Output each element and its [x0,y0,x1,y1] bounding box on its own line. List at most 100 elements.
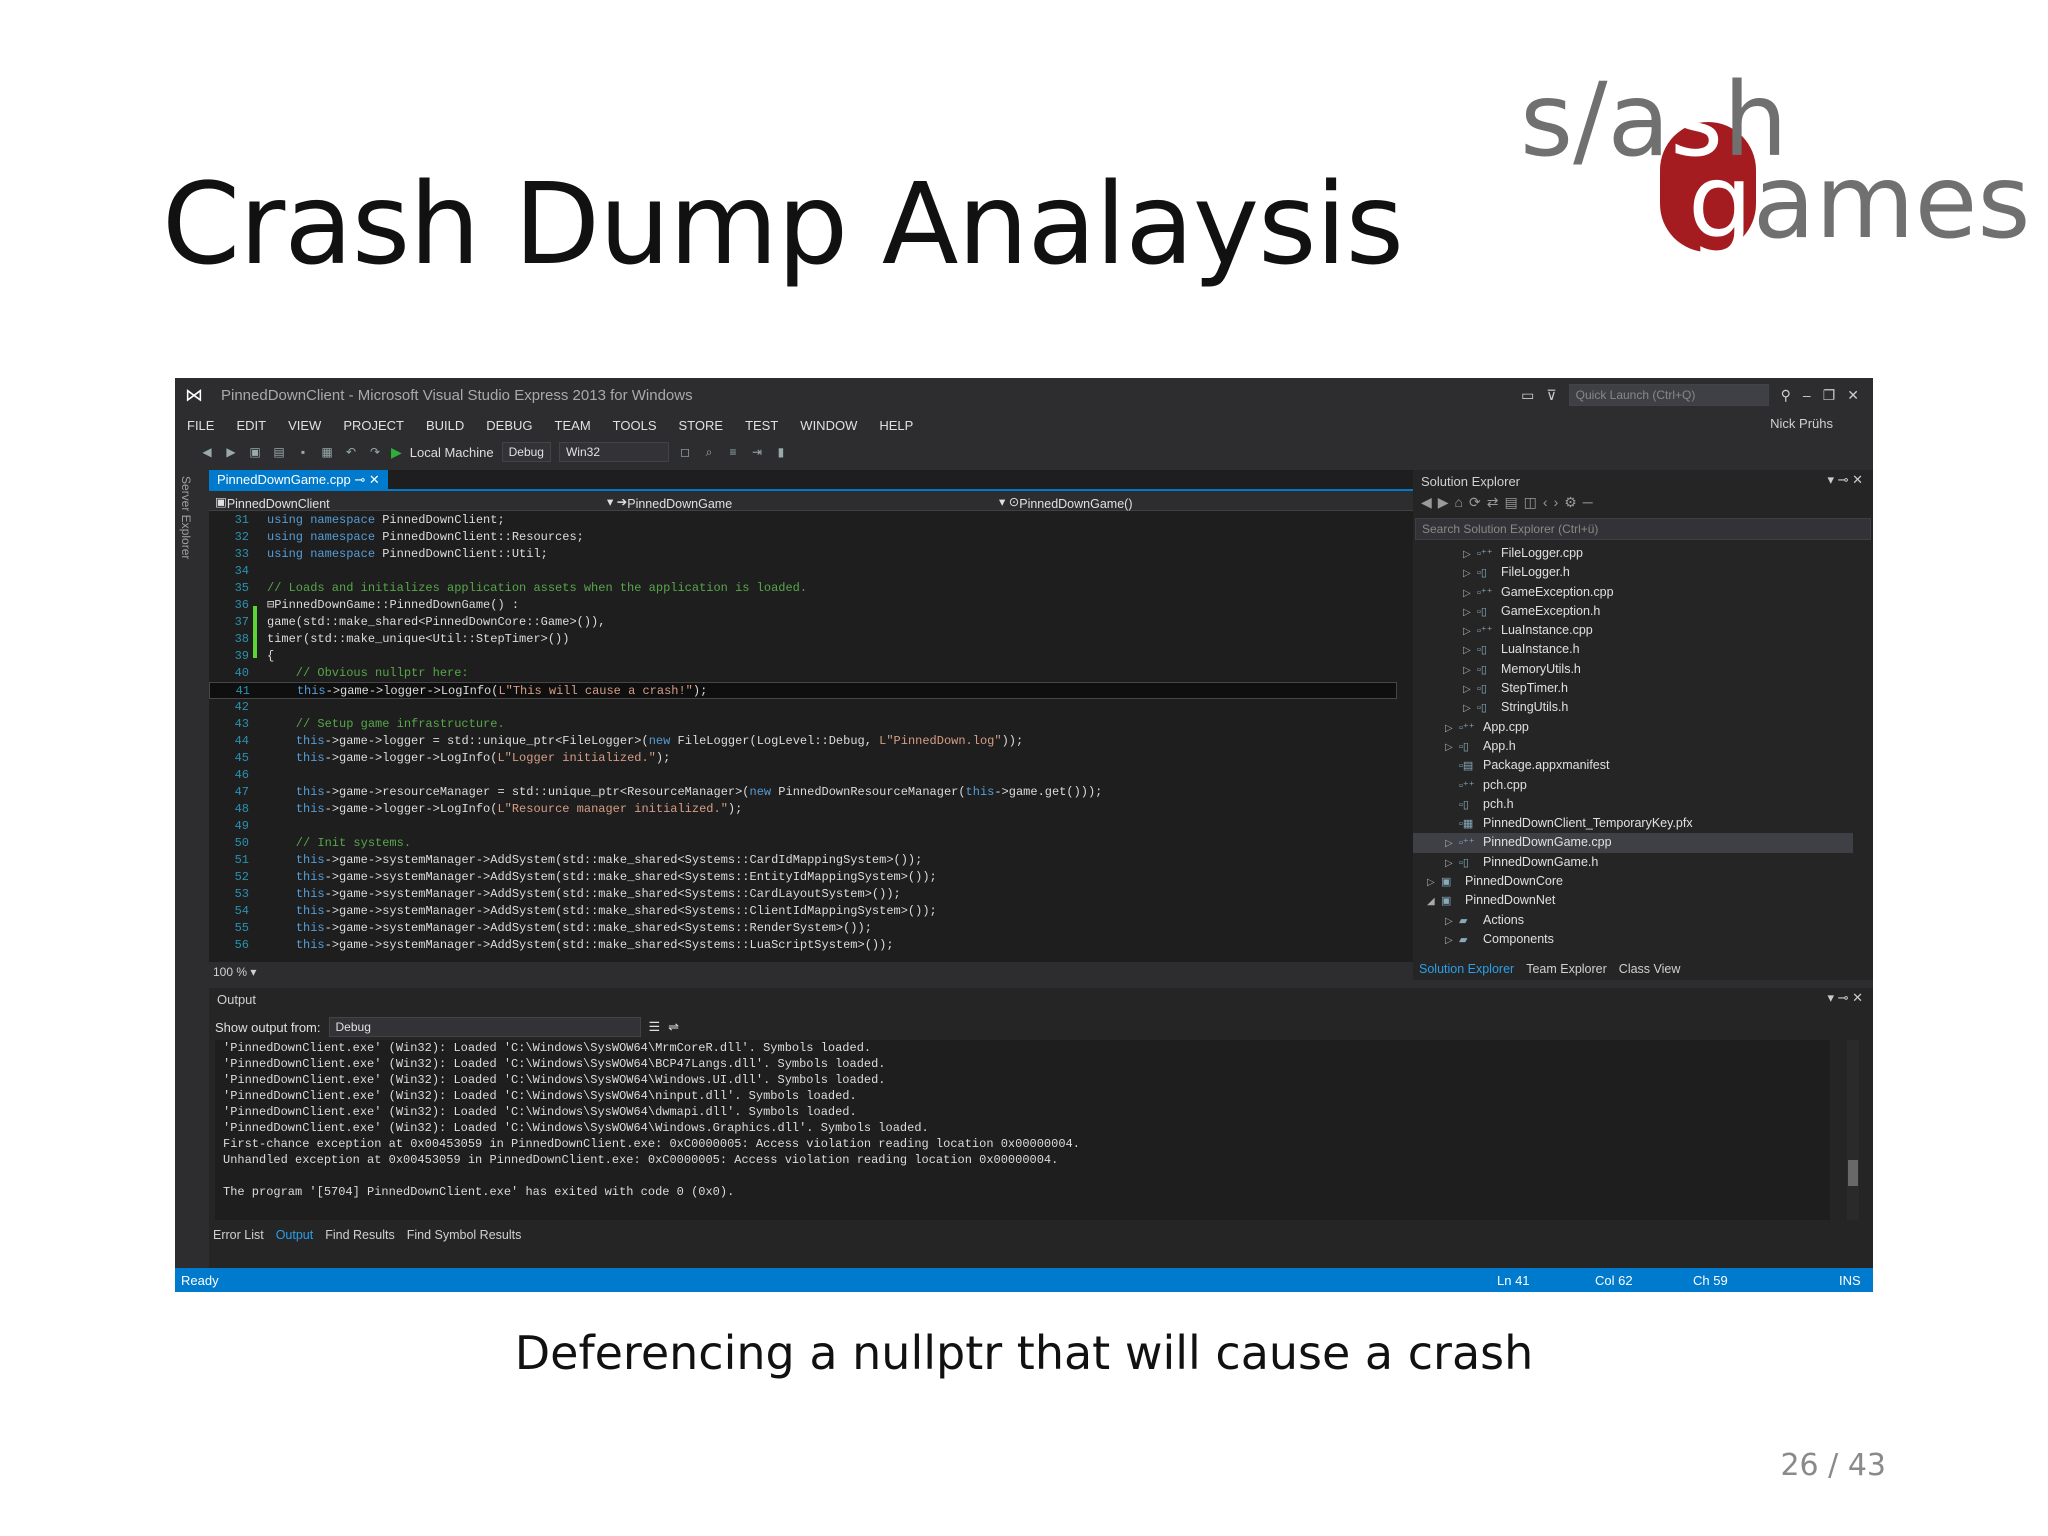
clear-all-icon[interactable]: ☰ [649,1019,661,1035]
code-line[interactable]: 42 [209,699,1397,716]
tab-solution-explorer[interactable]: Solution Explorer [1419,962,1514,976]
expand-arrow-icon[interactable]: ▷ [1445,719,1459,738]
find-icon[interactable]: ⌕ [701,445,717,459]
expand-arrow-icon[interactable]: ▷ [1445,738,1459,757]
solution-explorer-toolbar[interactable]: ◀▶⌂⟳⇄▤◫‹›⚙─ [1421,494,1599,516]
tree-item[interactable]: ▷ ▫⁺⁺ GameException.cpp [1413,583,1853,602]
server-explorer-tab[interactable]: Server Explorer [175,468,201,1168]
member-dropdown[interactable]: ▾ ⊙ PinnedDownGame() [999,494,1132,511]
expand-arrow-icon[interactable]: ▷ [1463,545,1477,564]
tree-item[interactable]: ▷ ▫⁺⁺ PinnedDownGame.cpp [1413,833,1853,853]
code-line[interactable]: 49 [209,818,1397,835]
expand-arrow-icon[interactable]: ▷ [1445,912,1459,931]
breakpoint-icon[interactable]: ◻ [677,445,693,459]
code-line[interactable]: 34 [209,563,1397,580]
expand-arrow-icon[interactable]: ▷ [1463,699,1477,718]
word-wrap-icon[interactable]: ⇌ [668,1019,679,1035]
minimize-button[interactable]: – [1803,387,1811,403]
close-tab-icon[interactable]: ✕ [369,472,380,487]
code-line[interactable]: 54 this->game->systemManager->AddSystem(… [209,903,1397,920]
user-name[interactable]: Nick Prühs [1770,416,1833,431]
menu-project[interactable]: PROJECT [343,418,404,433]
menu-view[interactable]: VIEW [288,418,321,433]
code-line[interactable]: 32 using namespace PinnedDownClient::Reso… [209,529,1397,546]
save-icon[interactable]: ▪ [295,445,311,459]
bookmark-icon[interactable]: ▮ [773,445,789,459]
search-icon[interactable]: ⚲ [1781,387,1791,404]
output-source-select[interactable]: Debug [328,1017,641,1037]
code-line[interactable]: 48 this->game->logger->LogInfo(L"Resourc… [209,801,1397,818]
feedback-icon[interactable]: ▭ [1521,387,1534,404]
tree-item[interactable]: ▷ ▫▯ StringUtils.h [1413,698,1853,717]
code-line[interactable]: 41 this->game->logger->LogInfo(L"This wi… [209,682,1397,699]
code-line[interactable]: 40 // Obvious nullptr here: [209,665,1397,682]
tree-item[interactable]: ◢ ▣ PinnedDownNet [1413,891,1853,910]
restore-button[interactable]: ❐ [1823,387,1836,404]
menu-team[interactable]: TEAM [555,418,591,433]
tree-item[interactable]: ▷ ▣ PinnedDownCore [1413,872,1853,891]
menu-edit[interactable]: EDIT [236,418,266,433]
code-line[interactable]: 44 this->game->logger = std::unique_ptr<… [209,733,1397,750]
expand-arrow-icon[interactable]: ▷ [1463,584,1477,603]
tree-item[interactable]: ▷ ▫▯ StepTimer.h [1413,679,1853,698]
pane-controls[interactable]: ▾ ⊸ ✕ [1827,472,1863,488]
tree-item[interactable]: ▷ ▫▯ App.h [1413,737,1853,756]
tree-item[interactable]: ▷ ▰ Components [1413,930,1853,949]
pin-icon[interactable]: ⊸ [354,472,365,487]
code-line[interactable]: 39 { [209,648,1397,665]
tree-item[interactable]: ▫▤ Package.appxmanifest [1413,756,1853,775]
run-target-button[interactable]: Local Machine [410,445,494,460]
expand-arrow-icon[interactable]: ▷ [1445,931,1459,950]
redo-icon[interactable]: ↷ [367,445,383,459]
expand-arrow-icon[interactable]: ▷ [1463,680,1477,699]
expand-arrow-icon[interactable]: ▷ [1445,854,1459,873]
platform-select[interactable]: Win32 [558,442,669,462]
menu-window[interactable]: WINDOW [800,418,857,433]
expand-arrow-icon[interactable]: ▷ [1445,834,1459,853]
tab-output[interactable]: Output [276,1228,314,1242]
menu-tools[interactable]: TOOLS [613,418,657,433]
tab-team-explorer[interactable]: Team Explorer [1526,962,1607,976]
menu-store[interactable]: STORE [679,418,724,433]
code-line[interactable]: 50 // Init systems. [209,835,1397,852]
undo-icon[interactable]: ↶ [343,445,359,459]
tree-item[interactable]: ▷ ▫▯ LuaInstance.h [1413,640,1853,659]
class-dropdown[interactable]: ▾ ➔ PinnedDownGame [607,494,732,511]
code-line[interactable]: 36 ⊟PinnedDownGame::PinnedDownGame() : [209,597,1397,614]
open-file-icon[interactable]: ▤ [271,445,287,459]
zoom-level[interactable]: 100 % ▾ [209,962,1440,982]
expand-arrow-icon[interactable]: ▷ [1463,661,1477,680]
filter-icon[interactable]: ⊽ [1546,387,1556,404]
expand-arrow-icon[interactable]: ▷ [1463,603,1477,622]
menu-debug[interactable]: DEBUG [486,418,532,433]
code-editor[interactable]: PinnedDownGame.cpp ⊸ ✕ ▣ PinnedDownClien… [209,470,1440,982]
tree-item[interactable]: ▷ ▫▯ MemoryUtils.h [1413,660,1853,679]
tree-item[interactable]: ▫▯ pch.h [1413,795,1853,814]
project-dropdown[interactable]: ▣ PinnedDownClient [215,494,330,511]
back-icon[interactable]: ◀ [199,445,215,459]
indent-icon[interactable]: ⇥ [749,445,765,459]
solution-search-input[interactable]: Search Solution Explorer (Ctrl+ü) [1415,518,1871,540]
code-line[interactable]: 38 timer(std::make_unique<Util::StepTimer… [209,631,1397,648]
tab-error-list[interactable]: Error List [213,1228,264,1242]
save-all-icon[interactable]: ▦ [319,445,335,459]
tab-find-results[interactable]: Find Results [325,1228,394,1242]
code-line[interactable]: 53 this->game->systemManager->AddSystem(… [209,886,1397,903]
code-line[interactable]: 51 this->game->systemManager->AddSystem(… [209,852,1397,869]
comment-icon[interactable]: ≡ [725,445,741,459]
tree-item[interactable]: ▷ ▫▯ PinnedDownGame.h [1413,853,1853,872]
tree-item[interactable]: ▷ ▫⁺⁺ LuaInstance.cpp [1413,621,1853,640]
expand-arrow-icon[interactable]: ▷ [1463,641,1477,660]
expand-arrow-icon[interactable]: ▷ [1463,622,1477,641]
code-line[interactable]: 46 [209,767,1397,784]
new-project-icon[interactable]: ▣ [247,445,263,459]
tree-item[interactable]: ▷ ▫⁺⁺ FileLogger.cpp [1413,544,1853,563]
menu-help[interactable]: HELP [879,418,913,433]
menu-file[interactable]: FILE [187,418,214,433]
code-line[interactable]: 45 this->game->logger->LogInfo(L"Logger … [209,750,1397,767]
forward-icon[interactable]: ▶ [223,445,239,459]
output-pane-controls[interactable]: ▾ ⊸ ✕ [1827,990,1863,1006]
close-button[interactable]: ✕ [1847,387,1859,404]
configuration-select[interactable]: Debug [501,442,551,462]
start-debugging-icon[interactable]: ▶ [391,444,402,461]
